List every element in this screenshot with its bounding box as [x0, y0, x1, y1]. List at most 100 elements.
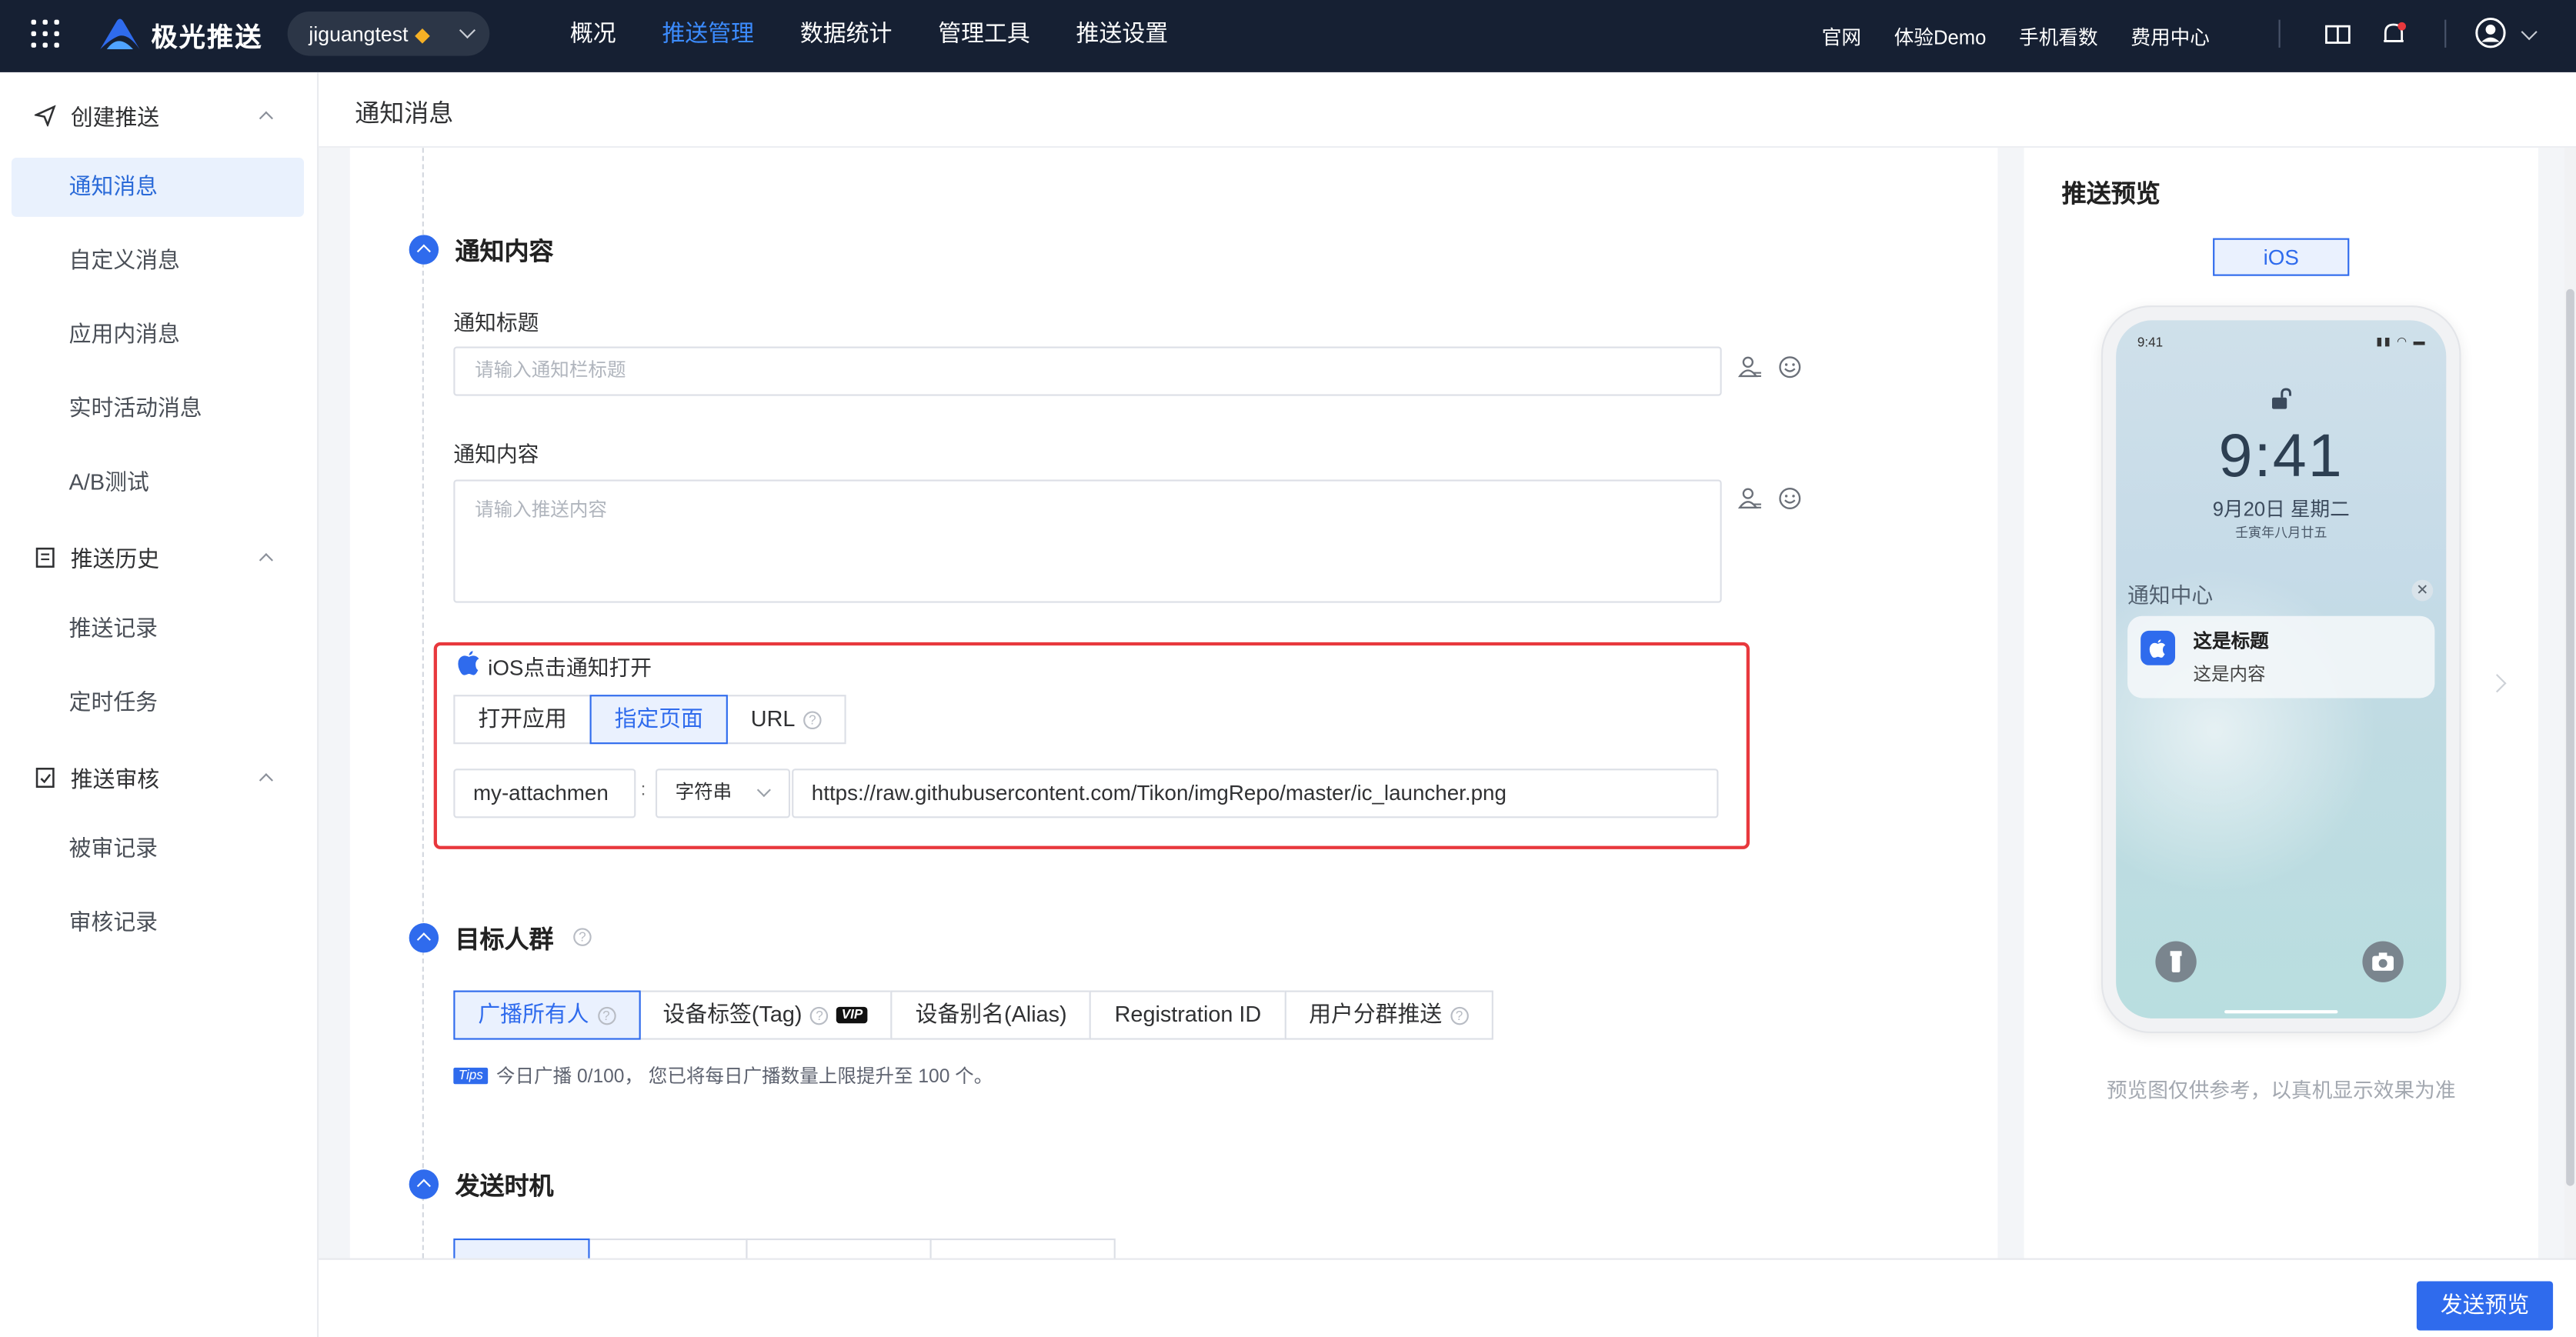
- extra-key-input[interactable]: my-attachmen: [453, 769, 636, 819]
- chevron-up-icon: [259, 552, 273, 567]
- body-label: 通知内容: [453, 442, 539, 467]
- sidebar-section-create-push[interactable]: 创建推送: [0, 85, 319, 145]
- chevron-down-icon[interactable]: [2521, 24, 2538, 41]
- section-title-target: 目标人群: [455, 926, 554, 955]
- user-avatar-icon[interactable]: [2474, 16, 2508, 49]
- notification-card[interactable]: 这是标题 这是内容: [2127, 615, 2435, 699]
- notification-body-textarea[interactable]: 请输入推送内容: [453, 479, 1722, 603]
- sidebar-section-push-review[interactable]: 推送审核: [0, 748, 319, 807]
- key-value-separator: :: [640, 780, 646, 800]
- section-title-timing: 发送时机: [455, 1172, 554, 1201]
- option-url[interactable]: URL?: [726, 695, 846, 745]
- user-variable-icon[interactable]: [1738, 486, 1763, 511]
- main-nav: 概况 推送管理 数据统计 管理工具 推送设置: [547, 0, 1191, 72]
- tips-text: 今日广播 0/100， 您已将每日广播数量上限提升至 100 个。: [496, 1067, 993, 1088]
- timing-option[interactable]: [588, 1238, 748, 1259]
- sidebar: 创建推送 通知消息 自定义消息 应用内消息 实时活动消息 A/B测试 推送历史 …: [0, 72, 319, 1337]
- help-icon[interactable]: ?: [803, 710, 822, 729]
- page-header: 通知消息: [319, 72, 2576, 148]
- notification-title: 这是标题: [2193, 632, 2269, 652]
- app-name: jiguangtest: [309, 22, 409, 45]
- nav-overview[interactable]: 概况: [547, 0, 639, 72]
- link-official-site[interactable]: 官网: [1822, 22, 1861, 50]
- ios-open-label: iOS点击通知打开: [488, 655, 652, 680]
- collapse-icon[interactable]: [409, 922, 439, 953]
- link-billing[interactable]: 费用中心: [2131, 22, 2210, 50]
- sidebar-item-scheduled-tasks[interactable]: 定时任务: [12, 673, 304, 732]
- emoji-icon[interactable]: [1777, 486, 1802, 511]
- option-registration-id[interactable]: Registration ID: [1089, 990, 1286, 1040]
- option-label: 打开应用: [478, 706, 567, 732]
- sidebar-section-label: 推送历史: [70, 547, 160, 572]
- option-open-app[interactable]: 打开应用: [453, 695, 592, 745]
- option-device-tag[interactable]: 设备标签(Tag)? VIP: [638, 990, 893, 1040]
- sidebar-item-live-activity[interactable]: 实时活动消息: [12, 379, 304, 438]
- timing-option[interactable]: [929, 1238, 1116, 1259]
- notification-title-input[interactable]: 请输入通知栏标题: [453, 346, 1722, 396]
- timing-option[interactable]: [746, 1238, 932, 1259]
- help-icon[interactable]: ?: [1450, 1005, 1469, 1025]
- preview-title: 推送预览: [2061, 180, 2161, 209]
- timeline-line: [422, 148, 424, 1259]
- book-icon[interactable]: [2323, 20, 2352, 49]
- sidebar-section-label: 推送审核: [70, 767, 160, 792]
- lock-time: 9:41: [2218, 422, 2344, 490]
- option-label: 设备别名(Alias): [915, 1002, 1067, 1027]
- nav-push-management[interactable]: 推送管理: [639, 0, 777, 72]
- chevron-right-icon[interactable]: [2488, 674, 2507, 693]
- user-variable-icon[interactable]: [1738, 355, 1763, 379]
- broadcast-tips: Tips 今日广播 0/100， 您已将每日广播数量上限提升至 100 个。: [453, 1062, 993, 1089]
- preview-disclaimer: 预览图仅供参考，以真机显示效果为准: [2106, 1079, 2456, 1102]
- collapse-icon[interactable]: [409, 1169, 439, 1199]
- ios-open-options: 打开应用 指定页面 URL?: [453, 695, 846, 745]
- sidebar-item-reviewed-records[interactable]: 被审记录: [12, 819, 304, 879]
- top-navigation-bar: 极光推送 jiguangtest ◆ 概况 推送管理 数据统计 管理工具 推送设…: [0, 0, 2576, 72]
- help-icon[interactable]: ?: [573, 928, 592, 946]
- option-device-alias[interactable]: 设备别名(Alias): [890, 990, 1092, 1040]
- help-icon[interactable]: ?: [810, 1005, 829, 1025]
- lock-date: 9月20日 星期二: [2212, 497, 2350, 521]
- sidebar-section-push-history[interactable]: 推送历史: [0, 527, 319, 586]
- logo[interactable]: 极光推送: [98, 15, 263, 54]
- page-scrollbar[interactable]: [2564, 148, 2576, 1259]
- nav-push-settings[interactable]: 推送设置: [1053, 0, 1191, 72]
- extra-value-input[interactable]: https://raw.githubusercontent.com/Tikon/…: [792, 769, 1719, 819]
- collapse-icon[interactable]: [409, 235, 439, 265]
- scrollbar-thumb[interactable]: [2566, 288, 2574, 1186]
- push-form: 通知内容 通知标题 请输入通知栏标题 通知内容 请输入推送内容 iOS点击通知打…: [349, 148, 1998, 1259]
- nav-statistics[interactable]: 数据统计: [777, 0, 915, 72]
- option-broadcast-all[interactable]: 广播所有人?: [453, 990, 640, 1040]
- platform-tab-ios[interactable]: iOS: [2213, 238, 2350, 276]
- sidebar-item-push-records[interactable]: 推送记录: [12, 599, 304, 658]
- tips-tag: Tips: [453, 1067, 489, 1085]
- notification-center-label: 通知中心: [2127, 582, 2214, 608]
- chevron-up-icon: [259, 772, 273, 787]
- sidebar-item-audit-records[interactable]: 审核记录: [12, 894, 304, 953]
- flashlight-icon[interactable]: [2155, 941, 2197, 982]
- help-icon[interactable]: ?: [597, 1005, 616, 1025]
- app-grid-icon[interactable]: [31, 19, 59, 48]
- apple-icon: [458, 651, 479, 675]
- emoji-icon[interactable]: [1777, 355, 1802, 379]
- link-demo[interactable]: 体验Demo: [1894, 22, 1987, 50]
- link-mobile-view[interactable]: 手机看数: [2019, 22, 2098, 50]
- section-title-content: 通知内容: [455, 238, 554, 266]
- value-type-select[interactable]: 字符串: [655, 769, 791, 819]
- nav-management-tools[interactable]: 管理工具: [915, 0, 1053, 72]
- close-icon[interactable]: ✕: [2411, 579, 2434, 602]
- sidebar-item-in-app-message[interactable]: 应用内消息: [12, 305, 304, 365]
- sidebar-item-notification[interactable]: 通知消息: [11, 157, 305, 217]
- timing-option[interactable]: [453, 1238, 590, 1259]
- app-switcher[interactable]: jiguangtest ◆: [287, 11, 490, 56]
- camera-icon[interactable]: [2362, 941, 2404, 982]
- send-preview-button[interactable]: 发送预览: [2416, 1281, 2554, 1331]
- unlock-icon: [2271, 388, 2291, 409]
- divider: [2444, 19, 2447, 48]
- option-user-segment[interactable]: 用户分群推送?: [1284, 990, 1493, 1040]
- lock-screen: 9:41 ▮▮ ◠ ▬ 9:41 9月20日 星期二 壬寅年八月廿五 通知中心 …: [2116, 320, 2447, 1019]
- option-specified-page[interactable]: 指定页面: [589, 695, 728, 745]
- sidebar-item-ab-test[interactable]: A/B测试: [12, 453, 304, 512]
- sidebar-item-custom-message[interactable]: 自定义消息: [12, 232, 304, 291]
- value-type-text: 字符串: [675, 783, 732, 804]
- bell-icon[interactable]: [2379, 20, 2408, 49]
